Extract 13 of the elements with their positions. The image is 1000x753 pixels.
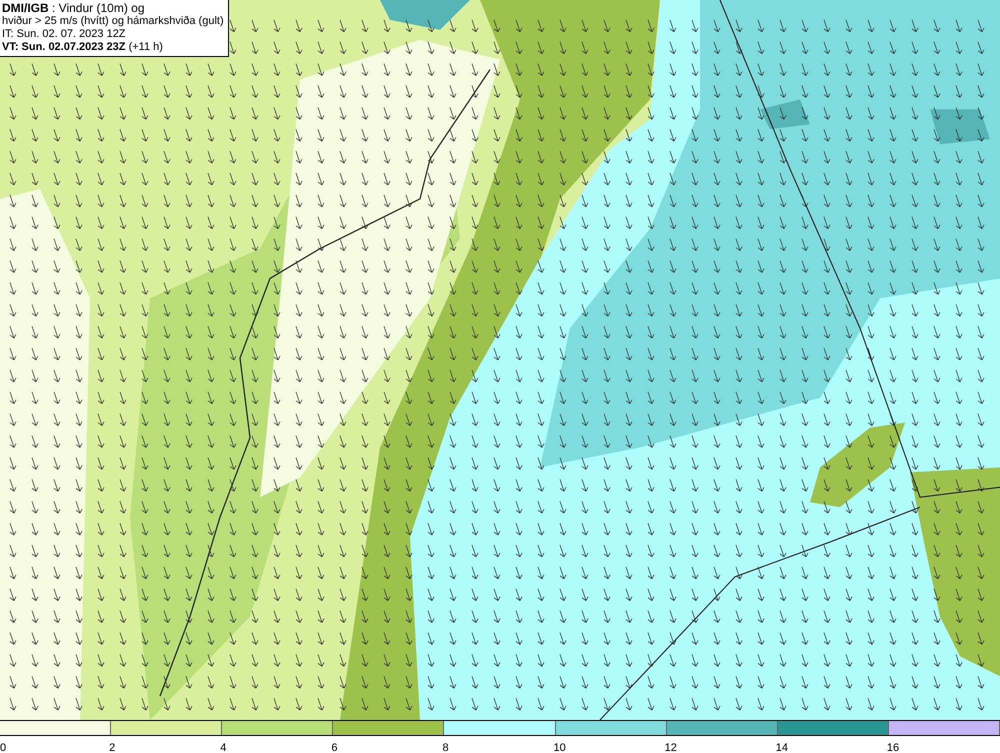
legend-label: 10 bbox=[554, 742, 566, 751]
title-line: IT: Sun. 02. 07. 2023 12Z bbox=[2, 28, 127, 41]
title-line: DMI/IGB : Vindur (10m) og bbox=[2, 2, 146, 15]
title-line: hviður > 25 m/s (hvítt) og hámarkshviða (gult) bbox=[2, 15, 224, 28]
legend-label: 16 bbox=[886, 742, 900, 751]
legend-label: 4 bbox=[220, 742, 226, 751]
legend-label: 6 bbox=[331, 742, 338, 751]
title-line: VT: Sun. 02.07.2023 23Z (+11 h) bbox=[2, 41, 164, 54]
legend-label: 12 bbox=[664, 742, 677, 751]
legend-label: 2 bbox=[109, 742, 116, 751]
legend-label: 14 bbox=[776, 742, 788, 751]
legend-label: 8 bbox=[442, 742, 449, 751]
legend-label: 0 bbox=[0, 742, 6, 751]
